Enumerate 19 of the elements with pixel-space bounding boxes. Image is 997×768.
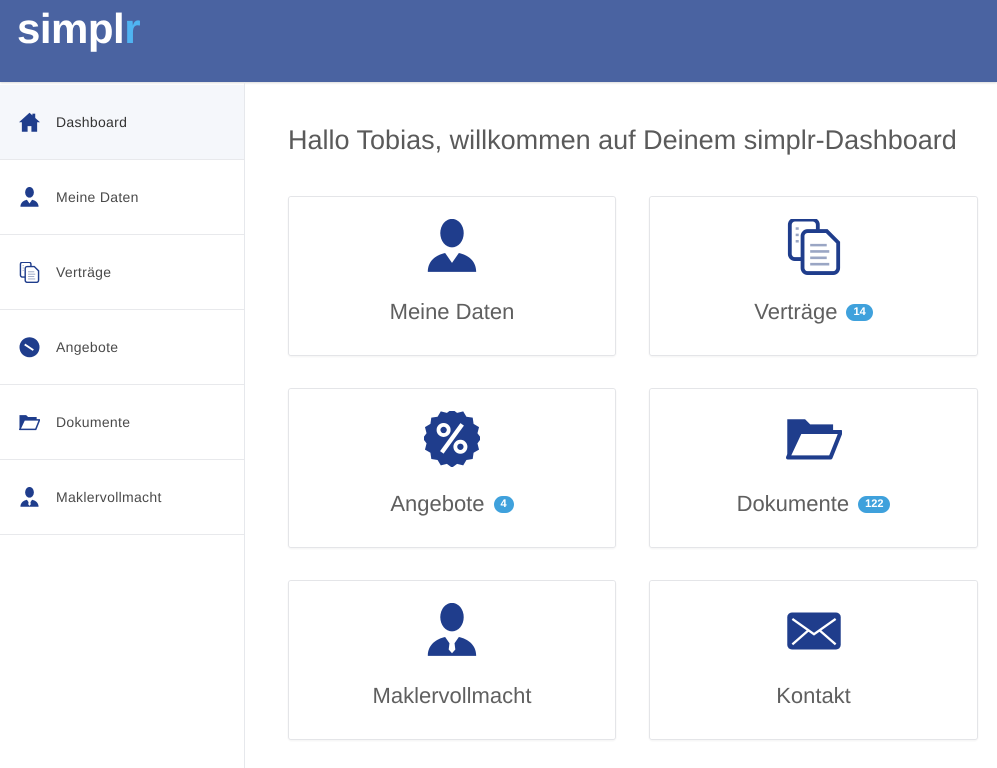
- user-icon: [19, 186, 40, 208]
- user-tie-icon: [19, 486, 40, 508]
- dashboard-tile[interactable]: Meine Daten: [288, 196, 616, 356]
- dashboard-tile[interactable]: Dokumente 122: [649, 388, 978, 548]
- sidebar-item[interactable]: Dashboard: [0, 85, 244, 160]
- count-badge: 14: [846, 304, 873, 320]
- documents-icon: [19, 262, 40, 282]
- greeting-heading: Hallo Tobias, willkommen auf Deinem simplr-Dashboard: [288, 124, 958, 156]
- dashboard-tile[interactable]: Angebote 4: [288, 388, 616, 548]
- count-badge: 122: [858, 496, 890, 512]
- circle-slash-icon: [19, 336, 40, 358]
- documents-icon: [786, 219, 842, 275]
- dashboard-tile[interactable]: Maklervollmacht: [288, 580, 616, 740]
- dashboard-tile[interactable]: Verträge 14: [649, 196, 978, 356]
- count-badge: 4: [494, 496, 514, 512]
- percent-badge-icon: [424, 411, 480, 467]
- logo: simplr: [17, 4, 140, 54]
- home-icon: [19, 112, 40, 132]
- dashboard-tile[interactable]: Kontakt: [649, 580, 978, 740]
